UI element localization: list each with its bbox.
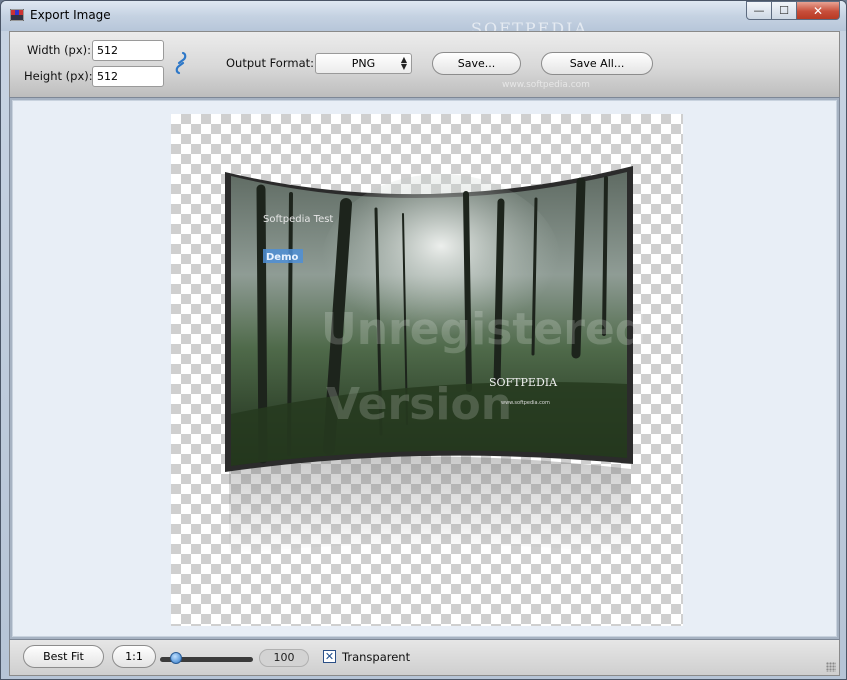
width-label: Width (px):: [27, 43, 92, 57]
chain-link-icon[interactable]: [174, 51, 188, 75]
height-input[interactable]: [92, 66, 164, 87]
zoom-slider-thumb[interactable]: [169, 652, 182, 664]
preview-image: Softpedia Test Demo Unregistered Version…: [225, 166, 646, 554]
minimize-button[interactable]: —: [746, 1, 772, 20]
preview-canvas-inner: Softpedia Test Demo Unregistered Version…: [12, 100, 837, 637]
overlay-title: Softpedia Test: [263, 214, 333, 225]
maximize-button[interactable]: ☐: [772, 1, 797, 20]
overlay-badge: Demo: [266, 252, 299, 263]
title-bar[interactable]: Export Image SOFTPEDIA — ☐ ✕: [1, 1, 846, 38]
export-toolbar: Width (px): Height (px): Output Format: …: [9, 31, 840, 97]
transparent-label: Transparent: [342, 650, 411, 664]
output-format-label: Output Format:: [226, 56, 315, 70]
app-icon: [10, 9, 24, 21]
zoom-value[interactable]: 100: [259, 649, 309, 667]
version-watermark: Version: [326, 379, 512, 430]
width-input[interactable]: [92, 40, 164, 61]
resize-grip-icon[interactable]: [826, 662, 836, 672]
actual-size-button[interactable]: 1:1: [112, 645, 156, 668]
status-bar: Best Fit 1:1 100 ✕ Transparent: [9, 640, 840, 676]
softpedia-logo-text: SOFTPEDIA: [489, 376, 558, 389]
transparency-checkerboard: Softpedia Test Demo Unregistered Version…: [171, 114, 683, 626]
transparent-checkbox[interactable]: ✕: [323, 650, 336, 663]
window-title: Export Image: [30, 8, 111, 22]
preview-canvas: Softpedia Test Demo Unregistered Version…: [9, 97, 840, 640]
softpedia-watermark-url: www.softpedia.com: [502, 80, 590, 90]
output-format-value: PNG: [351, 57, 376, 70]
softpedia-logo-url: www.softpedia.com: [501, 400, 550, 406]
height-label: Height (px):: [24, 69, 93, 83]
close-button[interactable]: ✕: [797, 1, 840, 20]
export-image-window: Export Image SOFTPEDIA — ☐ ✕ Width (px):…: [0, 0, 847, 680]
save-button[interactable]: Save...: [432, 52, 521, 75]
window-controls: — ☐ ✕: [746, 1, 840, 20]
best-fit-button[interactable]: Best Fit: [23, 645, 104, 668]
updown-arrows-icon: ▲ ▼: [400, 55, 407, 71]
output-format-select[interactable]: PNG ▲ ▼: [315, 53, 412, 74]
save-all-button[interactable]: Save All...: [541, 52, 653, 75]
unregistered-watermark: Unregistered: [321, 304, 646, 355]
